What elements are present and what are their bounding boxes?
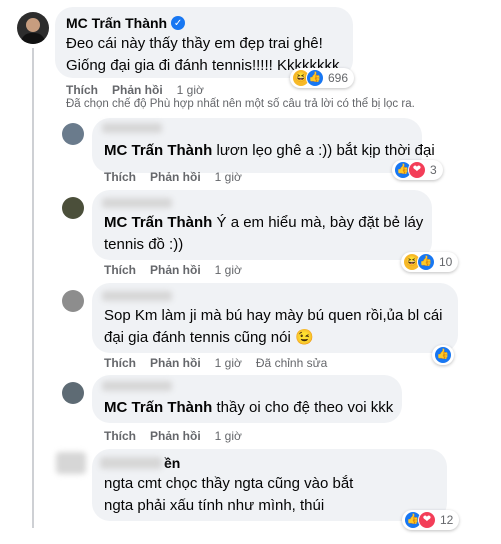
avatar-main[interactable]	[17, 12, 49, 44]
love-icon: ❤	[418, 511, 436, 529]
like-icon: 👍	[434, 346, 452, 364]
wink-emoji: 😉	[294, 329, 314, 346]
avatar-reply-5[interactable]	[56, 452, 86, 474]
blurred-name	[102, 198, 172, 208]
tagged-name[interactable]: MC Trấn Thành	[104, 399, 212, 416]
reply-actions: Thích Phản hồi 1 giờ	[104, 263, 242, 277]
blurred-name	[102, 291, 172, 301]
avatar-reply-1[interactable]	[62, 123, 84, 145]
timestamp[interactable]: 1 giờ	[215, 429, 242, 443]
reply-text-line-1: Sop Km làm ji mà bú hay mày bú quen rồi,…	[104, 307, 443, 324]
reply-text-line-2: tennis đồ :))	[104, 236, 184, 253]
timestamp[interactable]: 1 giờ	[215, 356, 242, 370]
reaction-summary[interactable]: 👍 ❤ 12	[402, 510, 460, 530]
comment-text-line-1: Đeo cái này thấy thầy em đẹp trai ghê!	[66, 35, 323, 52]
reaction-summary[interactable]: 👍 ❤ 3	[392, 160, 443, 180]
reply-bubble-3: Sop Km làm ji mà bú hay mày bú quen rồi,…	[92, 283, 458, 353]
timestamp[interactable]: 1 giờ	[215, 263, 242, 277]
reply-button[interactable]: Phản hồi	[150, 356, 201, 370]
comment-actions: Thích Phản hồi 1 giờ	[66, 83, 204, 97]
avatar-reply-3[interactable]	[62, 290, 84, 312]
reaction-count: 10	[439, 255, 453, 269]
reply-bubble-4: MC Trấn Thành thầy oi cho đệ theo voi kk…	[92, 375, 402, 423]
reply-button[interactable]: Phản hồi	[112, 83, 163, 97]
comment-author[interactable]: MC Trấn Thành	[66, 15, 167, 31]
reply-actions: Thích Phản hồi 1 giờ	[104, 170, 242, 184]
like-icon: 👍	[306, 69, 324, 87]
like-button[interactable]: Thích	[104, 263, 136, 277]
reply-bubble-5: ền ngta cmt chọc thầy ngta cũng vào bắt …	[92, 449, 447, 521]
blurred-name	[102, 123, 162, 133]
reaction-summary[interactable]: 👍	[432, 345, 454, 365]
reply-actions: Thích Phản hồi 1 giờ Đã chỉnh sửa	[104, 356, 327, 370]
reaction-count: 696	[328, 71, 349, 85]
reaction-count: 12	[440, 513, 454, 527]
like-icon: 👍	[417, 253, 435, 271]
author-name-partial[interactable]: ền	[164, 455, 180, 471]
timestamp[interactable]: 1 giờ	[215, 170, 242, 184]
reply-text: thầy oi cho đệ theo voi kkk	[216, 399, 394, 416]
reaction-summary[interactable]: 😆 👍 696	[290, 68, 355, 88]
tagged-name[interactable]: MC Trấn Thành	[104, 214, 212, 231]
verified-badge-icon: ✓	[171, 16, 186, 30]
avatar-reply-2[interactable]	[62, 197, 84, 219]
reply-bubble-1: MC Trấn Thành lươn lẹo ghê a :)) bắt kịp…	[92, 118, 435, 173]
edited-label[interactable]: Đã chỉnh sửa	[256, 356, 327, 370]
like-button[interactable]: Thích	[104, 356, 136, 370]
reply-button[interactable]: Phản hồi	[150, 170, 201, 184]
like-button[interactable]: Thích	[66, 83, 98, 97]
filter-notice: Đã chọn chế độ Phù hợp nhất nên một số c…	[66, 98, 415, 110]
blurred-name	[100, 457, 162, 469]
reply-text-line-2: ngta phải xấu tính như mình, thúi	[104, 497, 325, 514]
blurred-name	[102, 381, 172, 391]
avatar-reply-4[interactable]	[62, 382, 84, 404]
thread-line	[32, 48, 34, 528]
reply-bubble-2: MC Trấn Thành Ý a em hiểu mà, bày đặt bẻ…	[92, 190, 432, 260]
reply-button[interactable]: Phản hồi	[150, 263, 201, 277]
reaction-summary[interactable]: 😆 👍 10	[401, 252, 459, 272]
love-icon: ❤	[408, 161, 426, 179]
reply-button[interactable]: Phản hồi	[150, 429, 201, 443]
reply-text-line-1: ngta cmt chọc thầy ngta cũng vào bắt	[104, 475, 354, 492]
reply-text-line-1: Ý a em hiểu mà, bày đặt bẻ láy	[216, 214, 424, 231]
like-button[interactable]: Thích	[104, 170, 136, 184]
reaction-count: 3	[430, 163, 437, 177]
like-button[interactable]: Thích	[104, 429, 136, 443]
tagged-name[interactable]: MC Trấn Thành	[104, 142, 212, 159]
reply-text-line-2: đại gia đánh tennis cũng nói	[104, 329, 291, 346]
reply-text: lươn lẹo ghê a :)) bắt kịp thời đại	[216, 142, 435, 159]
timestamp[interactable]: 1 giờ	[177, 83, 204, 97]
reply-actions: Thích Phản hồi 1 giờ	[104, 429, 242, 443]
